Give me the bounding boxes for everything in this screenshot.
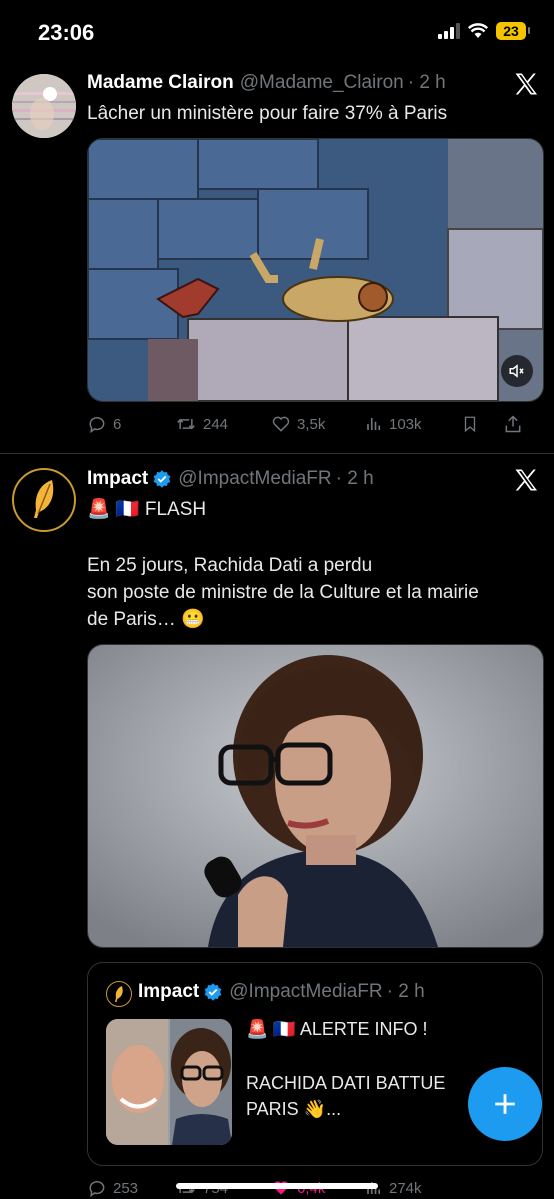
quote-alert-line: 🚨 🇫🇷 ALERTE INFO !	[246, 1019, 428, 1039]
like-button[interactable]: 3,5k	[271, 414, 365, 434]
tweet-time: · 2 h	[335, 468, 374, 489]
heart-icon	[272, 416, 290, 432]
tweet-header: Madame Clairon @Madame_Clairon · 2 h	[87, 72, 446, 94]
mute-toggle[interactable]	[501, 355, 533, 387]
status-icons: 23	[438, 22, 530, 40]
tweet-media-photo[interactable]	[87, 644, 544, 948]
views-count: 103k	[389, 415, 422, 433]
verified-badge-icon	[204, 983, 222, 1001]
cartoon-image	[88, 139, 543, 401]
signal-icon	[438, 23, 460, 39]
quote-avatar	[106, 981, 132, 1007]
feather-logo-icon	[115, 986, 123, 1002]
quote-author-handle: @ImpactMediaFR	[229, 981, 383, 1002]
retweet-button[interactable]: 244	[175, 414, 271, 434]
home-indicator[interactable]	[176, 1183, 378, 1189]
tweet-madame-clairon[interactable]: Madame Clairon @Madame_Clairon · 2 h Lâc…	[0, 66, 554, 454]
compose-button[interactable]	[468, 1067, 542, 1141]
views-button[interactable]: 103k	[365, 414, 461, 434]
retweet-icon	[177, 418, 195, 430]
x-logo-icon	[515, 73, 538, 95]
x-logo-icon	[515, 469, 538, 491]
quote-author-name: Impact	[138, 981, 200, 1002]
tweet-media-video[interactable]	[87, 138, 544, 402]
reply-button[interactable]: 253	[87, 1178, 175, 1198]
quote-line-2: RACHIDA DATI BATTUE	[246, 1073, 446, 1093]
author-handle[interactable]: @Madame_Clairon	[240, 72, 404, 94]
share-icon	[505, 415, 521, 433]
quote-line-3: PARIS 👋...	[246, 1099, 342, 1119]
status-bar: 23:06 23	[0, 0, 554, 66]
battery-indicator: 23	[496, 22, 530, 40]
verified-badge-icon	[153, 470, 171, 488]
like-count: 3,5k	[297, 415, 326, 433]
thumbnail-image	[106, 1019, 232, 1145]
plus-icon	[495, 1094, 515, 1114]
feather-logo-icon	[34, 480, 54, 518]
avatar-image	[12, 74, 76, 138]
reply-count: 253	[113, 1179, 139, 1197]
tweet-actions: 6 244 3,5k 103k	[87, 414, 542, 434]
bookmark-icon	[464, 416, 476, 433]
views-icon	[367, 418, 381, 430]
quoted-tweet[interactable]: Impact @ImpactMediaFR · 2 h 🚨 🇫🇷 ALERTE …	[87, 962, 543, 1166]
quote-thumbnail	[106, 1019, 232, 1145]
views-button[interactable]: 274k	[365, 1178, 461, 1198]
share-button[interactable]	[503, 414, 523, 434]
avatar[interactable]	[12, 468, 76, 532]
wifi-icon	[468, 23, 488, 38]
tweet-text: Lâcher un ministère pour faire 37% à Par…	[87, 103, 448, 124]
reply-icon	[89, 1181, 105, 1198]
author-name[interactable]: Impact	[87, 468, 148, 490]
bookmark-button[interactable]	[461, 414, 503, 434]
reply-button[interactable]: 6	[87, 414, 175, 434]
reply-icon	[89, 417, 105, 434]
reply-count: 6	[113, 415, 122, 433]
photo-image	[88, 645, 543, 947]
author-handle[interactable]: @ImpactMediaFR	[178, 468, 331, 490]
tweet-header: Impact @ImpactMediaFR · 2 h	[87, 468, 374, 490]
tweet-text: En 25 jours, Rachida Dati a perdu son po…	[87, 555, 479, 630]
tweet-time: · 2 h	[407, 72, 446, 93]
status-time: 23:06	[38, 20, 95, 45]
speaker-muted-icon	[509, 364, 524, 378]
quote-time: · 2 h	[386, 981, 425, 1002]
tweet-flash-line: 🚨 🇫🇷 FLASH	[87, 499, 207, 520]
quote-header: Impact @ImpactMediaFR · 2 h	[138, 981, 425, 1003]
avatar[interactable]	[12, 74, 76, 138]
views-count: 274k	[389, 1179, 422, 1197]
author-name[interactable]: Madame Clairon	[87, 72, 234, 94]
retweet-count: 244	[203, 415, 229, 433]
